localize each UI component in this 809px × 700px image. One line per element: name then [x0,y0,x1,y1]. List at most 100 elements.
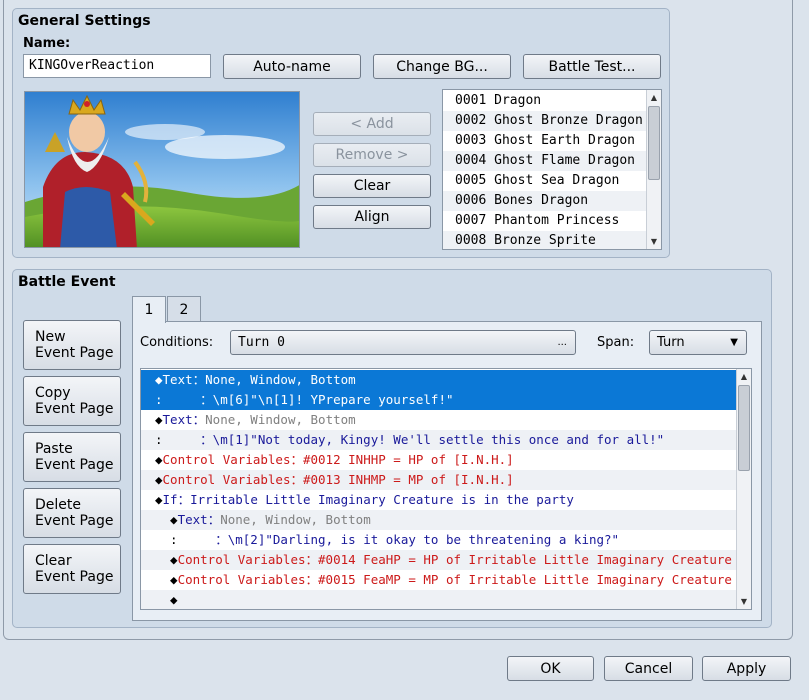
event-prefix: ◆ [155,372,163,387]
event-prefix: ◆ [155,572,178,587]
name-label: Name: [23,36,71,51]
event-command: Control Variables [177,552,306,567]
battle-event-title: Battle Event [18,274,116,290]
scroll-thumb[interactable] [738,385,750,471]
event-row[interactable]: ◆Text：None, Window, Bottom [141,510,751,530]
paste-event-page-label-2: Event Page [35,457,114,473]
event-separator: ： [290,452,303,467]
enemy-list[interactable]: 0001 Dragon 0002 Ghost Bronze Dragon 000… [442,89,662,250]
tab-page-2[interactable]: 2 [167,296,201,322]
event-args: Irritable Little Imaginary Creature is i… [190,492,574,507]
event-row[interactable]: ◆Text：None, Window, Bottom [141,370,751,390]
list-item[interactable]: 0003 Ghost Earth Dragon [443,131,661,151]
event-args: \m[1]"Not today, Kingy! We'll settle thi… [212,432,665,447]
event-row[interactable]: : ：\m[2]"Darling, is it okay to be threa… [141,530,751,550]
list-item[interactable]: 0001 Dragon [443,91,661,111]
enemy-list-items: 0001 Dragon 0002 Ghost Bronze Dragon 000… [443,90,661,249]
cancel-button[interactable]: Cancel [604,656,693,681]
apply-button[interactable]: Apply [702,656,791,681]
event-prefix: ◆ [155,492,163,507]
event-row[interactable]: ◆Control Variables：#0014 FeaHP = HP of I… [141,550,751,570]
event-row[interactable]: ◆Control Variables：#0012 INHHP = HP of [… [141,450,751,470]
event-row[interactable]: ◆Control Variables：#0013 INHMP = MP of [… [141,470,751,490]
event-prefix: ◆ [155,552,178,567]
conditions-ellipsis-button[interactable]: ... [557,331,567,354]
scroll-down-icon[interactable]: ▼ [648,235,660,248]
event-args: \m[2]"Darling, is it okay to be threaten… [227,532,620,547]
paste-event-page-button[interactable]: Paste Event Page [23,432,121,482]
event-command-list[interactable]: ◆Text：None, Window, Bottom : ：\m[6]"\n[1… [140,368,752,610]
event-command-rows: ◆Text：None, Window, Bottom : ：\m[6]"\n[1… [141,369,751,609]
event-row[interactable]: ◆Text：None, Window, Bottom [141,410,751,430]
event-command: If [162,492,178,507]
list-item[interactable]: 0004 Ghost Flame Dragon [443,151,661,171]
delete-event-page-button[interactable]: Delete Event Page [23,488,121,538]
event-prefix: : [155,392,201,407]
list-item[interactable]: 0007 Phantom Princess [443,211,661,231]
event-separator: ： [207,512,221,527]
event-prefix: ◆ [155,472,163,487]
event-prefix: ◆ [155,452,163,467]
clear-event-page-label-1: Clear [35,553,72,569]
list-item[interactable]: 0002 Ghost Bronze Dragon [443,111,661,131]
event-separator: ： [290,472,303,487]
event-row[interactable]: : ：\m[1]"Not today, Kingy! We'll settle … [141,430,751,450]
align-enemies-button[interactable]: Align [313,205,431,229]
event-command: Control Variables [177,572,306,587]
copy-event-page-button[interactable]: Copy Event Page [23,376,121,426]
event-row[interactable]: ◆If：Irritable Little Imaginary Creature … [141,490,751,510]
span-select[interactable]: Turn ▼ [649,330,747,355]
autoname-button[interactable]: Auto-name [223,54,361,79]
scroll-up-icon[interactable]: ▲ [738,370,750,383]
name-field[interactable]: KINGOverReaction [23,54,211,78]
event-prefix: ◆ [155,512,178,527]
event-args: \m[6]"\n[1]! YPrepare yourself!" [212,392,454,407]
troop-preview-image [25,92,299,247]
add-enemy-button[interactable]: < Add [313,112,431,136]
clear-enemies-button[interactable]: Clear [313,174,431,198]
event-list-scrollbar[interactable]: ▲ ▼ [736,369,751,609]
tab-page-1[interactable]: 1 [132,296,166,323]
ok-button[interactable]: OK [507,656,594,681]
event-args: None, Window, Bottom [220,512,371,527]
battle-test-button[interactable]: Battle Test... [523,54,661,79]
clear-event-page-label-2: Event Page [35,569,114,585]
troop-preview[interactable] [24,91,300,248]
enemy-list-scrollbar[interactable]: ▲ ▼ [646,90,661,249]
chevron-down-icon: ▼ [730,337,738,348]
change-bg-button[interactable]: Change BG... [373,54,511,79]
clear-event-page-button[interactable]: Clear Event Page [23,544,121,594]
event-command: Control Variables [162,452,291,467]
general-settings-title: General Settings [18,13,151,29]
event-args: #0014 FeaHP = HP of Irritable Little Ima… [318,552,732,567]
new-event-page-label-1: New [35,329,66,345]
scroll-up-icon[interactable]: ▲ [648,91,660,104]
span-value: Turn [657,335,685,350]
event-args: #0013 INHMP = MP of [I.N.H.] [302,472,514,487]
remove-enemy-button[interactable]: Remove > [313,143,431,167]
list-item[interactable]: 0008 Bronze Sprite [443,231,661,249]
event-args: None, Window, Bottom [205,412,356,427]
event-row[interactable]: ◆Control Variables：#0015 FeaMP = MP of I… [141,570,751,590]
event-separator: ： [192,372,206,387]
conditions-field[interactable]: Turn 0 ... [230,330,576,355]
new-event-page-button[interactable]: New Event Page [23,320,121,370]
event-row[interactable]: ◆ [141,590,751,609]
scroll-down-icon[interactable]: ▼ [738,595,750,608]
event-separator: ： [215,532,228,547]
event-separator: ： [177,492,191,507]
event-separator: ： [200,432,213,447]
delete-event-page-label-1: Delete [35,497,81,513]
event-prefix: : [155,532,216,547]
event-command: Control Variables [162,472,291,487]
list-item[interactable]: 0006 Bones Dragon [443,191,661,211]
scroll-thumb[interactable] [648,106,660,180]
event-row[interactable]: : ：\m[6]"\n[1]! YPrepare yourself!" [141,390,751,410]
list-item[interactable]: 0005 Ghost Sea Dragon [443,171,661,191]
copy-event-page-label-2: Event Page [35,401,114,417]
event-prefix: : [155,432,201,447]
paste-event-page-label-1: Paste [35,441,73,457]
conditions-value: Turn 0 [238,335,285,350]
event-separator: ： [192,412,206,427]
event-args: None, Window, Bottom [205,372,356,387]
